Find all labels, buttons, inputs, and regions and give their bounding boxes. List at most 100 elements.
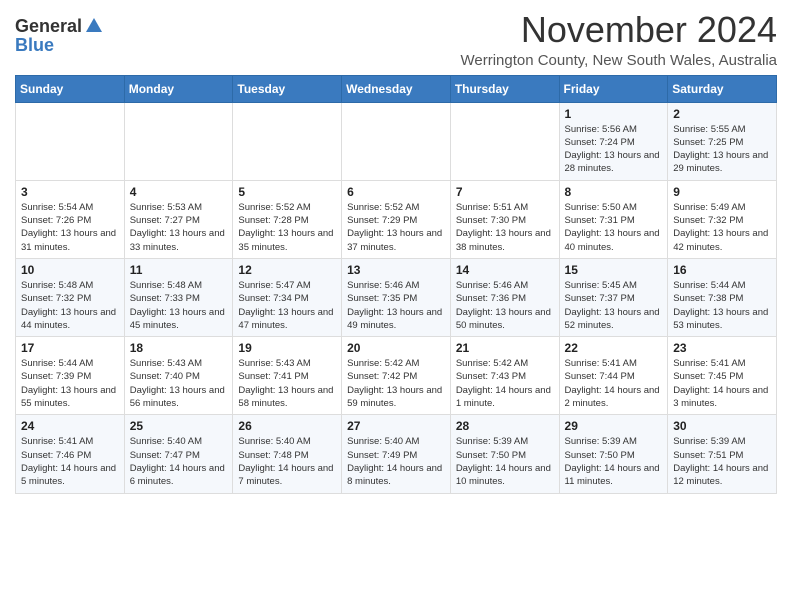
calendar-day-cell: 29 Sunrise: 5:39 AM Sunset: 7:50 PM Dayli…	[559, 415, 668, 493]
day-info: Sunrise: 5:52 AM Sunset: 7:29 PM Dayligh…	[347, 201, 445, 254]
calendar-week-row: 17 Sunrise: 5:44 AM Sunset: 7:39 PM Dayli…	[16, 337, 777, 415]
day-number: 13	[347, 263, 445, 277]
calendar-day-cell: 7 Sunrise: 5:51 AM Sunset: 7:30 PM Daylig…	[450, 180, 559, 258]
day-number: 11	[130, 263, 228, 277]
day-number: 25	[130, 419, 228, 433]
day-info: Sunrise: 5:40 AM Sunset: 7:49 PM Dayligh…	[347, 435, 445, 488]
calendar-day-cell: 25 Sunrise: 5:40 AM Sunset: 7:47 PM Dayli…	[124, 415, 233, 493]
calendar-day-cell: 30Sunrise: 5:39 AM Sunset: 7:51 PM Dayli…	[668, 415, 777, 493]
calendar-week-row: 10 Sunrise: 5:48 AM Sunset: 7:32 PM Dayli…	[16, 258, 777, 336]
day-info: Sunrise: 5:39 AM Sunset: 7:50 PM Dayligh…	[565, 435, 663, 488]
day-info: Sunrise: 5:47 AM Sunset: 7:34 PM Dayligh…	[238, 279, 336, 332]
day-number: 15	[565, 263, 663, 277]
calendar-day-cell: 8 Sunrise: 5:50 AM Sunset: 7:31 PM Daylig…	[559, 180, 668, 258]
day-number: 2	[673, 107, 771, 121]
calendar-day-cell: 13 Sunrise: 5:46 AM Sunset: 7:35 PM Dayli…	[342, 258, 451, 336]
calendar-day-cell: 22 Sunrise: 5:41 AM Sunset: 7:44 PM Dayli…	[559, 337, 668, 415]
day-number: 28	[456, 419, 554, 433]
calendar-day-cell: 2 Sunrise: 5:55 AM Sunset: 7:25 PM Daylig…	[668, 102, 777, 180]
day-number: 23	[673, 341, 771, 355]
calendar-day-cell	[124, 102, 233, 180]
calendar-week-row: 24 Sunrise: 5:41 AM Sunset: 7:46 PM Dayli…	[16, 415, 777, 493]
calendar-day-cell: 1 Sunrise: 5:56 AM Sunset: 7:24 PM Daylig…	[559, 102, 668, 180]
day-number: 7	[456, 185, 554, 199]
calendar-day-cell	[450, 102, 559, 180]
day-info: Sunrise: 5:49 AM Sunset: 7:32 PM Dayligh…	[673, 201, 771, 254]
calendar-day-cell: 3 Sunrise: 5:54 AM Sunset: 7:26 PM Daylig…	[16, 180, 125, 258]
day-info: Sunrise: 5:43 AM Sunset: 7:41 PM Dayligh…	[238, 357, 336, 410]
calendar-weekday-header: Thursday	[450, 75, 559, 102]
day-number: 10	[21, 263, 119, 277]
logo: General Blue	[15, 10, 104, 54]
day-info: Sunrise: 5:48 AM Sunset: 7:32 PM Dayligh…	[21, 279, 119, 332]
day-number: 22	[565, 341, 663, 355]
title-area: November 2024 Werrington County, New Sou…	[460, 10, 777, 69]
calendar-day-cell: 14 Sunrise: 5:46 AM Sunset: 7:36 PM Dayli…	[450, 258, 559, 336]
day-info: Sunrise: 5:46 AM Sunset: 7:36 PM Dayligh…	[456, 279, 554, 332]
day-number: 1	[565, 107, 663, 121]
day-number: 29	[565, 419, 663, 433]
day-number: 9	[673, 185, 771, 199]
calendar-day-cell: 21Sunrise: 5:42 AM Sunset: 7:43 PM Dayli…	[450, 337, 559, 415]
calendar-day-cell: 28Sunrise: 5:39 AM Sunset: 7:50 PM Dayli…	[450, 415, 559, 493]
day-number: 17	[21, 341, 119, 355]
day-info: Sunrise: 5:52 AM Sunset: 7:28 PM Dayligh…	[238, 201, 336, 254]
day-info: Sunrise: 5:48 AM Sunset: 7:33 PM Dayligh…	[130, 279, 228, 332]
day-info: Sunrise: 5:44 AM Sunset: 7:38 PM Dayligh…	[673, 279, 771, 332]
calendar-day-cell: 9 Sunrise: 5:49 AM Sunset: 7:32 PM Daylig…	[668, 180, 777, 258]
calendar-day-cell: 10 Sunrise: 5:48 AM Sunset: 7:32 PM Dayli…	[16, 258, 125, 336]
calendar-weekday-header: Friday	[559, 75, 668, 102]
calendar-weekday-header: Tuesday	[233, 75, 342, 102]
day-number: 27	[347, 419, 445, 433]
calendar-weekday-header: Sunday	[16, 75, 125, 102]
day-info: Sunrise: 5:44 AM Sunset: 7:39 PM Dayligh…	[21, 357, 119, 410]
calendar-day-cell: 24 Sunrise: 5:41 AM Sunset: 7:46 PM Dayli…	[16, 415, 125, 493]
calendar-weekday-header: Saturday	[668, 75, 777, 102]
calendar-day-cell: 4Sunrise: 5:53 AM Sunset: 7:27 PM Daylig…	[124, 180, 233, 258]
day-info: Sunrise: 5:46 AM Sunset: 7:35 PM Dayligh…	[347, 279, 445, 332]
day-number: 8	[565, 185, 663, 199]
calendar-day-cell: 27 Sunrise: 5:40 AM Sunset: 7:49 PM Dayli…	[342, 415, 451, 493]
day-info: Sunrise: 5:56 AM Sunset: 7:24 PM Dayligh…	[565, 123, 663, 176]
day-number: 4	[130, 185, 228, 199]
month-title: November 2024	[460, 10, 777, 50]
calendar-table: SundayMondayTuesdayWednesdayThursdayFrid…	[15, 75, 777, 494]
calendar-header-row: SundayMondayTuesdayWednesdayThursdayFrid…	[16, 75, 777, 102]
calendar-day-cell: 23Sunrise: 5:41 AM Sunset: 7:45 PM Dayli…	[668, 337, 777, 415]
calendar-day-cell: 15Sunrise: 5:45 AM Sunset: 7:37 PM Dayli…	[559, 258, 668, 336]
day-number: 3	[21, 185, 119, 199]
day-info: Sunrise: 5:42 AM Sunset: 7:43 PM Dayligh…	[456, 357, 554, 410]
calendar-day-cell: 16 Sunrise: 5:44 AM Sunset: 7:38 PM Dayli…	[668, 258, 777, 336]
day-number: 18	[130, 341, 228, 355]
calendar-weekday-header: Monday	[124, 75, 233, 102]
calendar-day-cell: 18 Sunrise: 5:43 AM Sunset: 7:40 PM Dayli…	[124, 337, 233, 415]
day-number: 12	[238, 263, 336, 277]
day-info: Sunrise: 5:55 AM Sunset: 7:25 PM Dayligh…	[673, 123, 771, 176]
day-number: 16	[673, 263, 771, 277]
day-number: 19	[238, 341, 336, 355]
calendar-day-cell: 12 Sunrise: 5:47 AM Sunset: 7:34 PM Dayli…	[233, 258, 342, 336]
calendar-day-cell	[16, 102, 125, 180]
day-number: 24	[21, 419, 119, 433]
calendar-day-cell: 5 Sunrise: 5:52 AM Sunset: 7:28 PM Daylig…	[233, 180, 342, 258]
calendar-day-cell	[342, 102, 451, 180]
calendar-day-cell: 26Sunrise: 5:40 AM Sunset: 7:48 PM Dayli…	[233, 415, 342, 493]
page-header: General Blue November 2024 Werrington Co…	[15, 10, 777, 69]
day-info: Sunrise: 5:40 AM Sunset: 7:47 PM Dayligh…	[130, 435, 228, 488]
day-info: Sunrise: 5:42 AM Sunset: 7:42 PM Dayligh…	[347, 357, 445, 410]
calendar-day-cell: 19 Sunrise: 5:43 AM Sunset: 7:41 PM Dayli…	[233, 337, 342, 415]
day-info: Sunrise: 5:50 AM Sunset: 7:31 PM Dayligh…	[565, 201, 663, 254]
day-info: Sunrise: 5:43 AM Sunset: 7:40 PM Dayligh…	[130, 357, 228, 410]
logo-icon	[84, 16, 104, 36]
day-info: Sunrise: 5:54 AM Sunset: 7:26 PM Dayligh…	[21, 201, 119, 254]
calendar-day-cell: 6Sunrise: 5:52 AM Sunset: 7:29 PM Daylig…	[342, 180, 451, 258]
day-number: 20	[347, 341, 445, 355]
day-info: Sunrise: 5:39 AM Sunset: 7:51 PM Dayligh…	[673, 435, 771, 488]
day-info: Sunrise: 5:41 AM Sunset: 7:44 PM Dayligh…	[565, 357, 663, 410]
day-info: Sunrise: 5:41 AM Sunset: 7:46 PM Dayligh…	[21, 435, 119, 488]
day-info: Sunrise: 5:51 AM Sunset: 7:30 PM Dayligh…	[456, 201, 554, 254]
day-number: 5	[238, 185, 336, 199]
logo-text-blue: Blue	[15, 36, 54, 54]
day-number: 14	[456, 263, 554, 277]
day-info: Sunrise: 5:40 AM Sunset: 7:48 PM Dayligh…	[238, 435, 336, 488]
